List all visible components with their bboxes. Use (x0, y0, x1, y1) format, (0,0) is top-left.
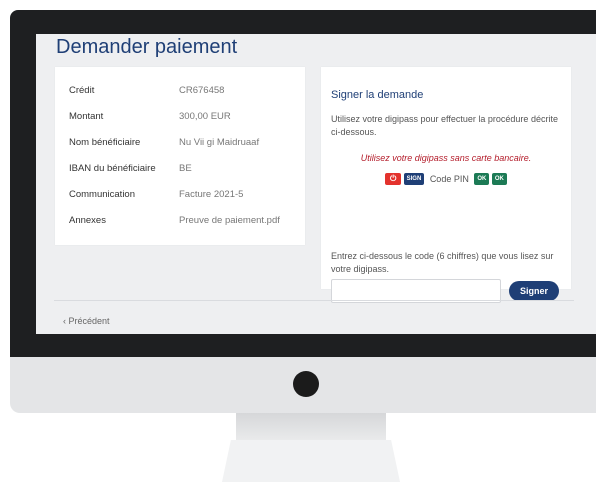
code-instruction: Entrez ci-dessous le code (6 chiffres) q… (331, 251, 554, 274)
detail-row-beneficiary: Nom bénéficiaire Nu Vii gi Maidruaaf (69, 137, 259, 148)
camera-icon (293, 371, 319, 397)
detail-label: Montant (69, 111, 104, 122)
detail-label: Crédit (69, 85, 95, 96)
detail-row-communication: Communication Facture 2021-5 (69, 189, 243, 200)
sign-description: Utilisez votre digipass pour effectuer l… (331, 114, 558, 137)
detail-row-amount: Montant 300,00 EUR (69, 111, 231, 122)
sign-title: Signer la demande (331, 89, 424, 101)
monitor-stand-foot (222, 440, 400, 482)
previous-link[interactable]: ‹ Précédent (63, 316, 110, 326)
detail-row-credit: Crédit CR676458 (69, 85, 224, 96)
detail-value: 300,00 EUR (179, 111, 231, 122)
detail-label: Annexes (69, 215, 106, 226)
detail-label: Nom bénéficiaire (69, 137, 141, 148)
detail-row-attachments: Annexes Preuve de paiement.pdf (69, 215, 280, 226)
attachment-link[interactable]: Preuve de paiement.pdf (179, 215, 280, 226)
sign-button[interactable]: Signer (509, 281, 559, 301)
digipass-key-sequence: ⏻ SIGN Code PIN OK OK (321, 173, 571, 185)
sign-key-icon: SIGN (403, 173, 425, 185)
page-title: Demander paiement (56, 36, 238, 58)
ok-key-icon: OK (491, 173, 507, 185)
sign-request-card: Signer la demande Utilisez votre digipas… (321, 67, 571, 303)
sign-warning: Utilisez votre digipass sans carte banca… (360, 153, 532, 163)
detail-row-iban: IBAN du bénéficiaire BE (69, 163, 192, 174)
detail-value: CR676458 (179, 85, 225, 96)
pin-label: Code PIN (429, 174, 469, 184)
detail-value: Facture 2021-5 (179, 189, 244, 200)
payment-details-card: Crédit CR676458 Montant 300,00 EUR Nom bén… (55, 67, 305, 245)
power-key-icon: ⏻ (385, 173, 402, 185)
divider (54, 300, 574, 301)
detail-value: BE (179, 163, 192, 174)
detail-label: Communication (69, 189, 135, 200)
detail-label: IBAN du bénéficiaire (69, 163, 156, 174)
detail-value: Nu Vii gi Maidruaaf (179, 137, 260, 148)
screen: Demander paiement Crédit CR676458 Montant… (36, 34, 596, 334)
ok-key-icon: OK (474, 173, 490, 185)
monitor-stand-neck (236, 413, 386, 440)
